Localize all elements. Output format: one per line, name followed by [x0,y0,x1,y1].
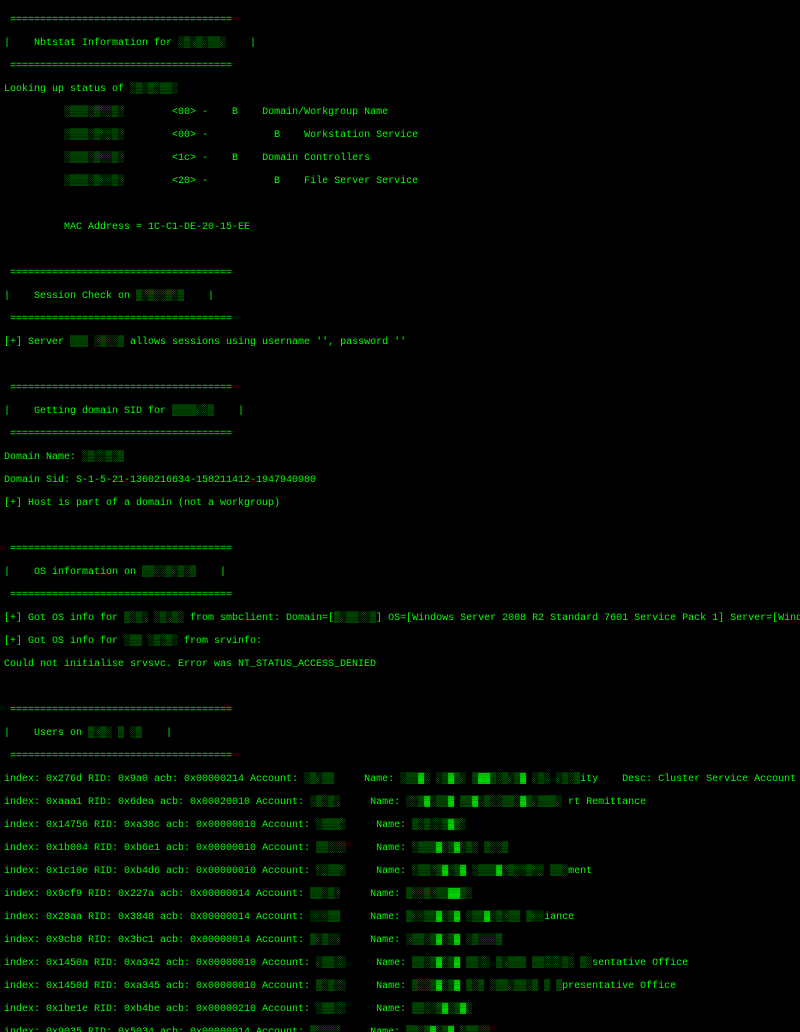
os-rule-bot: ===================================== [4,589,796,602]
users-rule-top: ===================================== [4,704,796,717]
nbtstat-row: ░▒▒▒░▒░░▒░ <20> - B File Server Service [4,175,796,188]
users-rule-bot: ===================================== [4,750,796,763]
nbtstat-row: ░▒▒▒░▒░░▒░ <00> - B Workstation Service [4,129,796,142]
os-line3: Could not initialise srvsvc. Error was N… [4,658,796,671]
session-msg: [+] Server ▒▒▒ ░▒░░▒ allows sessions usi… [4,336,796,349]
sid-host-line: [+] Host is part of a domain (not a work… [4,497,796,510]
user-row: index: 0x14756 RID: 0xa38c acb: 0x000000… [4,819,796,832]
user-row: index: 0x1c10e RID: 0xb4d6 acb: 0x000000… [4,865,796,878]
users-title: | Users on ▒░▒░ ▒ ░▒ | [4,727,796,740]
nbtstat-mac: MAC Address = 1C-C1-DE-20-15-EE [4,221,796,234]
os-line2: [+] Got OS info for ░▒▒ ░▒░▒░ from srvin… [4,635,796,648]
session-rule-top: ===================================== [4,267,796,280]
user-row: index: 0x28aa RID: 0x3848 acb: 0x0000001… [4,911,796,924]
nbtstat-row: ░▒▒▒░▒░░▒░ <1c> - B Domain Controllers [4,152,796,165]
user-row: index: 0x9cb8 RID: 0x3bc1 acb: 0x0000001… [4,934,796,947]
session-title: | Session Check on ▒░▒░░▒░▒ | [4,290,796,303]
user-row: index: 0x1450a RID: 0xa342 acb: 0x000000… [4,957,796,970]
os-rule-top: ===================================== [4,543,796,556]
os-line1: [+] Got OS info for ▒░▒░ ░▒░▒░ from smbc… [4,612,796,625]
user-row: index: 0xaaa1 RID: 0x6dea acb: 0x0002001… [4,796,796,809]
nbtstat-row: ░▒▒▒░▒░░▒░ <00> - B Domain/Workgroup Nam… [4,106,796,119]
sid-value: Domain Sid: S-1-5-21-1360216634-15821141… [4,474,796,487]
nbtstat-rule-bot: ===================================== [4,60,796,73]
os-title: | OS information on ▒▒░░▒░▒░▒ | [4,566,796,579]
users-rows: index: 0x276d RID: 0x9a0 acb: 0x00000214… [4,773,796,1032]
nbtstat-lookup-line: Looking up status of ░▒░▒░▒▒░ [4,83,796,96]
user-row: index: 0x9cf9 RID: 0x227a acb: 0x0000001… [4,888,796,901]
user-row: index: 0x1450d RID: 0xa345 acb: 0x000000… [4,980,796,993]
sid-rule-top: ===================================== [4,382,796,395]
nbtstat-rule-top: ===================================== [4,14,796,27]
user-row: index: 0x9035 RID: 0x5034 acb: 0x0000001… [4,1026,796,1032]
sid-title: | Getting domain SID for ▒▒▒▒░░▒ | [4,405,796,418]
sid-rule-bot: ===================================== [4,428,796,441]
user-row: index: 0x276d RID: 0x9a0 acb: 0x00000214… [4,773,796,786]
sid-domain-name: Domain Name: ░▒░░▒░▒ [4,451,796,464]
user-row: index: 0x1b004 RID: 0xb6e1 acb: 0x000000… [4,842,796,855]
user-row: index: 0x1be1e RID: 0xb4be acb: 0x000002… [4,1003,796,1016]
nbtstat-title: | Nbtstat Information for ░▒░▒░▒▒░ | [4,37,796,50]
nbtstat-rows: ░▒▒▒░▒░░▒░ <00> - B Domain/Workgroup Nam… [4,106,796,188]
session-rule-bot: ===================================== [4,313,796,326]
nbtstat-blank [4,198,796,211]
